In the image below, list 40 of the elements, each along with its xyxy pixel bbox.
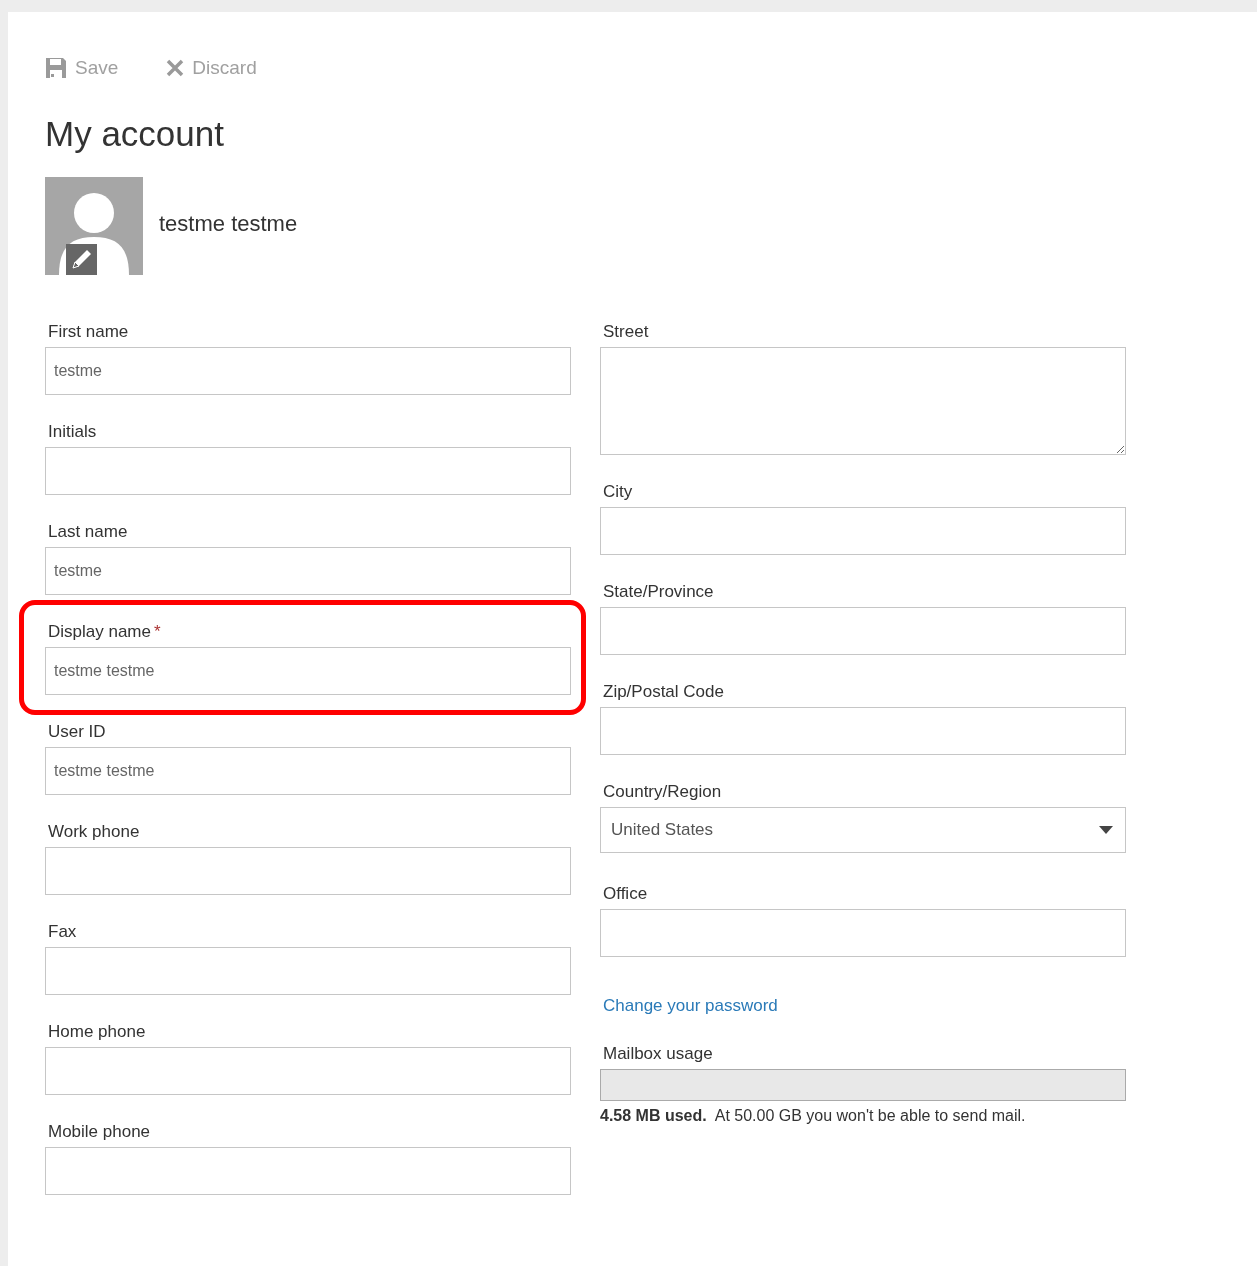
- input-field[interactable]: testme testme: [45, 747, 571, 795]
- field-label: Fax: [47, 922, 78, 942]
- dropdown[interactable]: United States: [600, 807, 1126, 853]
- input-field[interactable]: [45, 947, 571, 995]
- page-title: My account: [45, 113, 225, 155]
- input-field[interactable]: [45, 447, 571, 495]
- input-field[interactable]: testme: [45, 547, 571, 595]
- caret-icon: [1099, 826, 1113, 834]
- field-label: Work phone: [47, 822, 141, 842]
- input-field[interactable]: testme testme: [45, 647, 571, 695]
- field-label: State/Province: [602, 582, 715, 602]
- input-field[interactable]: [45, 847, 571, 895]
- field-label: Zip/Postal Code: [602, 682, 725, 702]
- input-field[interactable]: [45, 1047, 571, 1095]
- close-icon: [166, 59, 185, 77]
- field-label: User ID: [47, 722, 107, 742]
- field-label: Mailbox usage: [602, 1044, 714, 1064]
- input-field[interactable]: [45, 1147, 571, 1195]
- field-label: First name: [47, 322, 130, 342]
- field-label: Street: [602, 322, 650, 342]
- input-field[interactable]: [600, 507, 1126, 555]
- field-label: Display name *: [47, 622, 162, 642]
- field-label: City: [602, 482, 634, 502]
- input-field[interactable]: [600, 607, 1126, 655]
- pencil-icon[interactable]: [66, 244, 97, 275]
- textarea-field[interactable]: [600, 347, 1126, 455]
- avatar-icon: [45, 177, 143, 275]
- field-label: Mobile phone: [47, 1122, 152, 1142]
- user-name: testme testme: [159, 211, 298, 237]
- input-field[interactable]: [600, 909, 1126, 957]
- usage-summary: 4.58 MB used. At 50.00 GB you won't be able to send mail.: [600, 1107, 1027, 1125]
- field-label: Initials: [47, 422, 98, 442]
- field-label: Last name: [47, 522, 129, 542]
- field-label: Country/Region: [602, 782, 723, 802]
- field-label: Office: [602, 884, 649, 904]
- input-field[interactable]: testme: [45, 347, 571, 395]
- field-label: Home phone: [47, 1022, 147, 1042]
- save-icon: [45, 57, 67, 79]
- change-password-link[interactable]: Change your password: [603, 996, 778, 1016]
- input-field[interactable]: [600, 707, 1126, 755]
